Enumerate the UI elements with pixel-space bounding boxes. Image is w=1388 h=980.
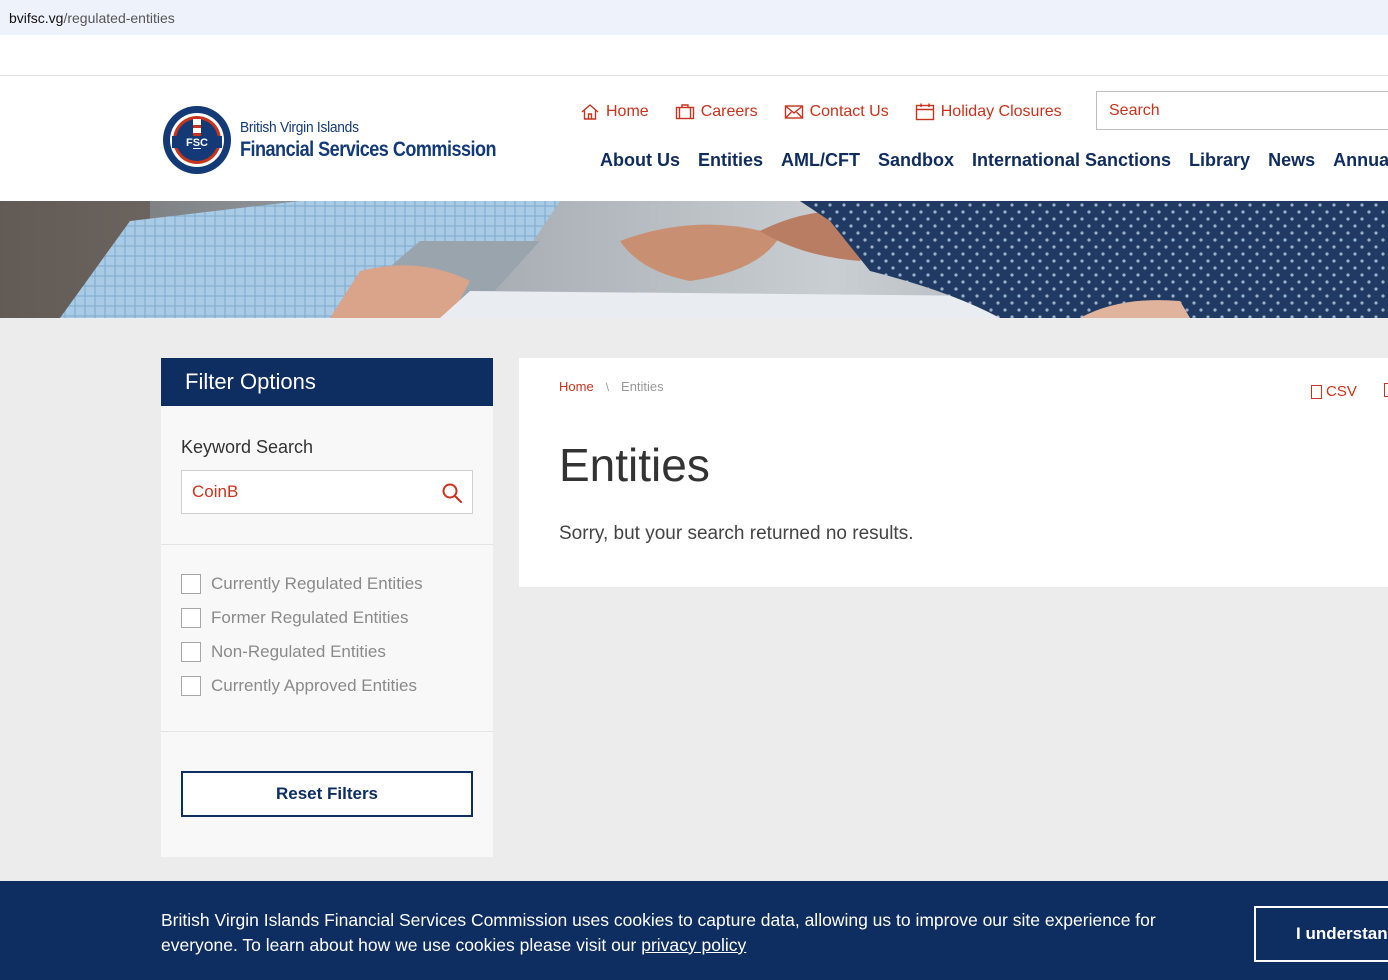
main-nav: About Us Entities AML/CFT Sandbox Intern… bbox=[600, 150, 1388, 171]
cookie-accept-button[interactable]: I understand bbox=[1254, 906, 1388, 962]
hero-banner-image bbox=[0, 201, 1388, 318]
breadcrumb: Home \ Entities bbox=[559, 379, 664, 394]
filter-non-regulated[interactable]: Non-Regulated Entities bbox=[181, 635, 423, 669]
divider bbox=[161, 731, 493, 732]
search-icon[interactable] bbox=[441, 482, 463, 504]
filter-sidebar: Filter Options Keyword Search CoinB Curr… bbox=[161, 358, 493, 857]
nav-sandbox[interactable]: Sandbox bbox=[878, 150, 954, 171]
checkbox[interactable] bbox=[181, 676, 201, 696]
csv-export-link[interactable]: CSV bbox=[1311, 383, 1357, 400]
filter-options-header: Filter Options bbox=[161, 358, 493, 406]
nav-annual-reports[interactable]: Annual R bbox=[1333, 150, 1388, 171]
breadcrumb-separator: \ bbox=[605, 379, 610, 394]
fsc-seal-icon: FSC bbox=[163, 106, 231, 174]
url-host: bvifsc.vg bbox=[9, 9, 64, 26]
house-icon bbox=[581, 104, 599, 120]
nav-international-sanctions[interactable]: International Sanctions bbox=[972, 150, 1171, 171]
site-search-input[interactable]: Search bbox=[1096, 91, 1388, 130]
handshake-photo bbox=[0, 201, 1388, 318]
keyword-search-value: CoinB bbox=[192, 482, 239, 501]
util-nav-holiday[interactable]: Holiday Closures bbox=[915, 102, 1062, 122]
keyword-search-label: Keyword Search bbox=[181, 437, 314, 457]
briefcase-icon bbox=[675, 104, 694, 120]
logo-line-1: British Virgin Islands bbox=[240, 118, 359, 136]
results-card: Home \ Entities CSV Entities Sorry, but … bbox=[519, 358, 1388, 587]
document-icon[interactable] bbox=[1384, 383, 1388, 397]
filter-former-regulated[interactable]: Former Regulated Entities bbox=[181, 601, 423, 635]
checkbox[interactable] bbox=[181, 608, 201, 628]
url-path: /regulated-entities bbox=[63, 9, 175, 26]
cookie-banner: British Virgin Islands Financial Service… bbox=[0, 881, 1388, 980]
logo-line-2: Financial Services Commission bbox=[240, 137, 497, 161]
no-results-message: Sorry, but your search returned no resul… bbox=[559, 523, 914, 544]
nav-entities[interactable]: Entities bbox=[698, 150, 763, 171]
reset-filters-button[interactable]: Reset Filters bbox=[181, 771, 473, 817]
breadcrumb-home[interactable]: Home bbox=[559, 379, 594, 394]
nav-aml-cft[interactable]: AML/CFT bbox=[781, 150, 860, 171]
address-bar[interactable]: bvifsc.vg/regulated-entities bbox=[0, 0, 1388, 35]
document-icon bbox=[1311, 384, 1322, 399]
filter-currently-approved[interactable]: Currently Approved Entities bbox=[181, 669, 423, 703]
privacy-policy-link[interactable]: privacy policy bbox=[641, 935, 746, 955]
site-header: FSC British Virgin Islands Financial Ser… bbox=[0, 76, 1388, 201]
nav-news[interactable]: News bbox=[1268, 150, 1315, 171]
calendar-icon bbox=[915, 103, 934, 121]
entity-filter-list: Currently Regulated Entities Former Regu… bbox=[181, 567, 423, 703]
page-title: Entities bbox=[559, 439, 710, 491]
filter-currently-regulated[interactable]: Currently Regulated Entities bbox=[181, 567, 423, 601]
nav-about-us[interactable]: About Us bbox=[600, 150, 680, 171]
site-logo[interactable]: FSC British Virgin Islands Financial Ser… bbox=[162, 105, 538, 175]
top-spacer bbox=[0, 35, 1388, 76]
checkbox[interactable] bbox=[181, 574, 201, 594]
cookie-message: British Virgin Islands Financial Service… bbox=[161, 910, 1156, 955]
envelope-icon bbox=[784, 105, 803, 119]
divider bbox=[161, 544, 493, 545]
util-nav-contact[interactable]: Contact Us bbox=[784, 102, 889, 122]
checkbox[interactable] bbox=[181, 642, 201, 662]
utility-nav: Home Careers Contact Us Holiday Closures bbox=[580, 102, 1088, 122]
util-nav-careers[interactable]: Careers bbox=[675, 102, 758, 122]
util-nav-home[interactable]: Home bbox=[580, 102, 649, 122]
keyword-search-input[interactable]: CoinB bbox=[181, 470, 473, 514]
nav-library[interactable]: Library bbox=[1189, 150, 1250, 171]
seal-lettering: FSC bbox=[186, 137, 208, 149]
breadcrumb-current: Entities bbox=[621, 379, 664, 394]
